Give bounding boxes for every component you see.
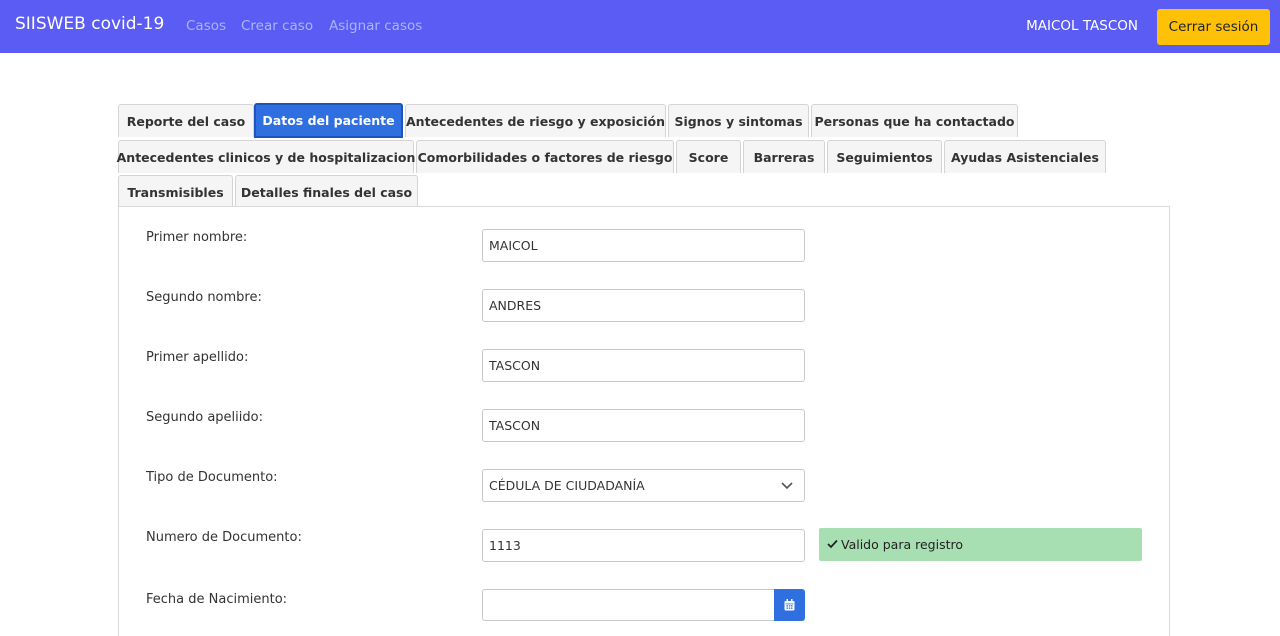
tab-antecedentes-clinicos[interactable]: Antecedentes clinicos y de hospitalizaci… [117,140,415,173]
segundo-nombre-label: Segundo nombre: [146,290,262,305]
user-name: MAICOL TASCON [1026,18,1138,34]
calendar-button[interactable] [774,589,805,621]
tipo-documento-label: Tipo de Documento: [146,470,278,485]
primer-apellido-input[interactable]: TASCON [482,349,805,382]
nav-link-casos[interactable]: Casos [186,18,226,34]
tab-seguimientos[interactable]: Seguimientos [827,140,942,173]
tab-comorbilidades[interactable]: Comorbilidades o factores de riesgo [416,140,674,173]
primer-nombre-label: Primer nombre: [146,230,248,245]
tab-antecedentes-riesgo[interactable]: Antecedentes de riesgo y exposición [405,104,666,137]
nav-link-crear-caso[interactable]: Crear caso [241,18,313,34]
numero-documento-input[interactable]: 1113 [482,529,805,562]
calendar-icon [784,596,795,615]
tipo-documento-value: CÉDULA DE CIUDADANÍA [489,478,645,493]
check-icon [827,528,838,561]
nav-link-asignar-casos[interactable]: Asignar casos [329,18,422,34]
tab-barreras[interactable]: Barreras [743,140,825,173]
segundo-apellido-label: Segundo apeliido: [146,410,263,425]
tab-score[interactable]: Score [676,140,741,173]
numero-documento-label: Numero de Documento: [146,530,302,545]
brand-title[interactable]: SIISWEB covid-19 [15,14,164,34]
tab-datos-del-paciente[interactable]: Datos del paciente [254,103,403,138]
top-navbar: SIISWEB covid-19 Casos Crear caso Asigna… [0,0,1280,53]
primer-nombre-input[interactable]: MAICOL [482,229,805,262]
fecha-nacimiento-label: Fecha de Nacimiento: [146,592,288,607]
valid-status-badge: Valido para registro [819,528,1142,561]
primer-apellido-label: Primer apellido: [146,350,249,365]
tab-signos-sintomas[interactable]: Signos y sintomas [668,104,809,137]
tipo-documento-select[interactable]: CÉDULA DE CIUDADANÍA [482,469,805,502]
tab-detalles-finales[interactable]: Detalles finales del caso [235,175,418,208]
segundo-nombre-input[interactable]: ANDRES [482,289,805,322]
segundo-apellido-input[interactable]: TASCON [482,409,805,442]
fecha-nacimiento-input[interactable] [482,589,776,621]
chevron-down-icon [780,470,794,513]
valid-status-text: Valido para registro [841,537,963,552]
tab-reporte-del-caso[interactable]: Reporte del caso [118,104,254,137]
tab-transmisibles[interactable]: Transmisibles [118,175,233,208]
tab-personas-contactado[interactable]: Personas que ha contactado [811,104,1018,137]
logout-button[interactable]: Cerrar sesión [1157,9,1270,45]
tab-ayudas-asistenciales[interactable]: Ayudas Asistenciales [944,140,1106,173]
